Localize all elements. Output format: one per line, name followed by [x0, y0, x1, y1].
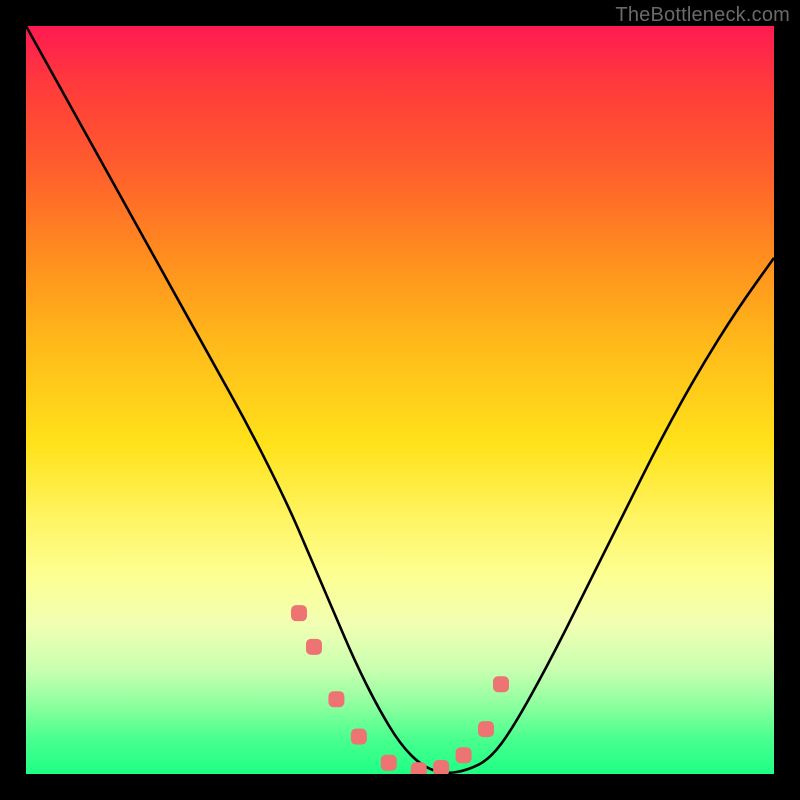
chart-frame: TheBottleneck.com [0, 0, 800, 800]
watermark-text: TheBottleneck.com [615, 4, 790, 27]
plot-gradient-background [26, 26, 774, 774]
